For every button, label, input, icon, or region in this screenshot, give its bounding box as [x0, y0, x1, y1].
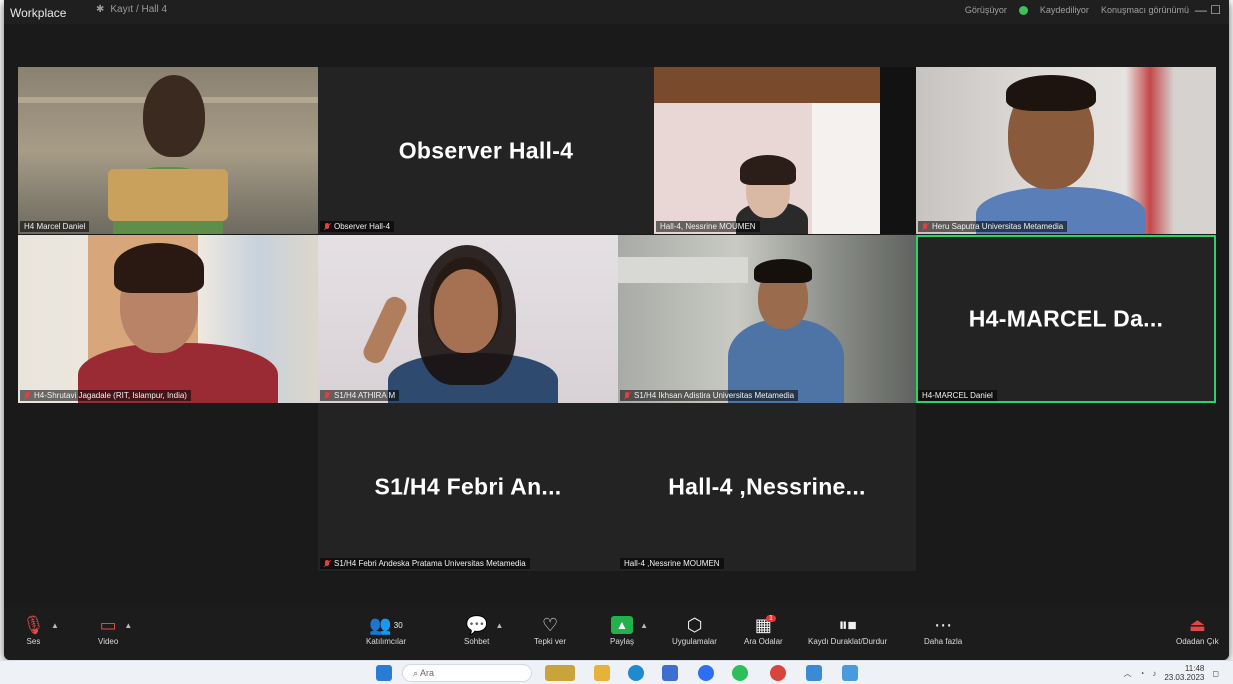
share-screen-icon: ▲ [611, 616, 633, 634]
paw-icon: ✱ [96, 4, 105, 15]
meeting-info[interactable]: ✱ Kayıt / Hall 4 [96, 4, 167, 15]
video-tile-8-active-speaker[interactable]: H4-MARCEL Da... H4-MARCEL Daniel [916, 235, 1216, 403]
ellipsis-icon: ⋯ [934, 614, 953, 635]
video-tile-10[interactable]: Hall-4 ,Nessrine... Hall-4 ,Nessrine MOU… [618, 403, 916, 571]
zoom-window: Workplace ✱ Kayıt / Hall 4 Görüşüyor Kay… [4, 0, 1229, 660]
system-tray[interactable]: ︿ ◔ ♪ 11:48 23.03.2023 ◻ [1123, 664, 1219, 682]
volume-icon[interactable]: ♪ [1152, 669, 1156, 678]
chat-button[interactable]: 💬 Sohbet ▲ [464, 613, 503, 647]
video-tile-2[interactable]: Observer Hall-4 Observer Hall-4 [318, 67, 654, 234]
meeting-toolbar: 🎙 Ses ▲ ▭ Video ▲ 👥 30 Katılımcılar 💬 Soh… [4, 607, 1229, 660]
video-tile-1[interactable]: H4 Marcel Daniel [18, 67, 318, 234]
app-icon-whatsapp[interactable] [732, 665, 748, 681]
record-button[interactable]: ⏸⏹ Kaydı Duraklat/Durdur [808, 613, 887, 647]
app-icon-store[interactable] [662, 665, 678, 681]
mic-muted-icon [324, 222, 331, 231]
mic-muted-icon [624, 391, 631, 400]
meeting-title: Kayıt / Hall 4 [110, 4, 168, 15]
leave-button[interactable]: ⏏ Odadan Çık [1176, 613, 1219, 647]
mic-muted-icon [324, 559, 331, 568]
mic-muted-icon: 🎙 [22, 614, 45, 635]
view-label[interactable]: Konuşmacı görünümü [1101, 5, 1189, 15]
mic-muted-icon [324, 391, 331, 400]
pause-stop-icon: ⏸⏹ [838, 614, 857, 635]
participant-name: S1/H4 Febri Andeska Pratama Universitas … [320, 558, 530, 569]
app-icon-chrome[interactable] [770, 665, 786, 681]
participant-name: Hall-4 ,Nessrine MOUMEN [620, 558, 724, 569]
notification-icon[interactable]: ◻ [1212, 669, 1219, 678]
camera-off-icon: ▭ [99, 614, 117, 635]
app-icon-zoom[interactable] [698, 665, 714, 681]
more-button[interactable]: ⋯ Daha fazla [924, 613, 962, 647]
os-taskbar: ⌕ Ara ︿ ◔ ♪ 11:48 23.03.2023 ◻ [0, 660, 1233, 684]
breakout-rooms-button[interactable]: ▦ 1 Ara Odalar [744, 613, 783, 647]
app-icon-files[interactable] [594, 665, 610, 681]
chevron-up-icon[interactable]: ▲ [51, 621, 59, 630]
participant-name: Heru Saputra Universitas Metamedia [918, 221, 1068, 232]
app-icon-widgets[interactable] [545, 665, 575, 681]
video-tile-4[interactable]: Heru Saputra Universitas Metamedia [916, 67, 1216, 234]
recording-status[interactable]: Kaydediliyor [1040, 5, 1089, 15]
apps-button[interactable]: ⬡ Uygulamalar [672, 613, 717, 647]
app-name: Workplace [10, 6, 67, 20]
wifi-icon[interactable]: ◔ [1139, 669, 1144, 678]
participant-big-name: S1/H4 Febri An... [374, 473, 562, 500]
status-text: Görüşüyor [964, 5, 1007, 15]
chevron-up-icon[interactable]: ▲ [495, 621, 503, 630]
window-controls[interactable]: — ☐ [1195, 3, 1221, 17]
app-icon-edge[interactable] [628, 665, 644, 681]
heart-icon: ♡ [541, 614, 559, 635]
app-icon-photos[interactable] [842, 665, 858, 681]
participant-name: H4-MARCEL Daniel [918, 390, 997, 401]
video-tile-9[interactable]: S1/H4 Febri An... S1/H4 Febri Andeska Pr… [318, 403, 618, 571]
react-button[interactable]: ♡ Tepki ver [534, 613, 566, 647]
mic-muted-icon [24, 391, 31, 400]
participant-name: H4-Shrutavi Jagadale (RIT, Islampur, Ind… [20, 390, 191, 401]
video-tile-3[interactable]: Hall-4, Nessrine MOUMEN [654, 67, 916, 234]
breakout-rooms-icon: ▦ 1 [755, 613, 776, 637]
chat-icon: 💬 [465, 614, 488, 635]
video-tile-6[interactable]: S1/H4 ATHIRA M [318, 235, 618, 403]
clock[interactable]: 11:48 23.03.2023 [1164, 664, 1204, 682]
video-button[interactable]: ▭ Video ▲ [98, 613, 132, 647]
mic-muted-icon [922, 222, 929, 231]
share-button[interactable]: ▲ Paylaş ▲ [610, 613, 648, 646]
leave-icon: ⏏ [1188, 614, 1206, 635]
secure-shield-icon[interactable] [1018, 5, 1028, 15]
windows-start-icon[interactable] [376, 665, 392, 681]
chevron-up-icon[interactable]: ▲ [124, 621, 132, 630]
title-status: Görüşüyor Kaydediliyor Konuşmacı görünüm… [965, 5, 1189, 15]
participant-big-name: Observer Hall-4 [398, 137, 574, 163]
apps-icon: ⬡ [686, 614, 703, 635]
participant-name: H4 Marcel Daniel [20, 221, 90, 232]
app-icon-mail[interactable] [806, 665, 822, 681]
participants-icon: 👥 30 [369, 614, 403, 635]
video-tile-5[interactable]: H4-Shrutavi Jagadale (RIT, Islampur, Ind… [18, 235, 318, 403]
participant-big-name: Hall-4 ,Nessrine... [668, 473, 866, 500]
chevron-up-icon[interactable]: ︿ [1123, 668, 1131, 679]
participant-name: Observer Hall-4 [320, 221, 395, 232]
notification-badge: 1 [765, 615, 776, 622]
search-input[interactable]: ⌕ Ara [402, 664, 532, 682]
participant-name: Hall-4, Nessrine MOUMEN [656, 221, 760, 232]
video-tile-7[interactable]: S1/H4 Ikhsan Adistira Universitas Metame… [618, 235, 916, 403]
participant-big-name: H4-MARCEL Da... [968, 305, 1164, 332]
participant-name: S1/H4 Ikhsan Adistira Universitas Metame… [620, 390, 799, 401]
audio-button[interactable]: 🎙 Ses ▲ [22, 613, 59, 647]
title-bar: Workplace ✱ Kayıt / Hall 4 Görüşüyor Kay… [4, 0, 1229, 24]
participants-button[interactable]: 👥 30 Katılımcılar [366, 613, 406, 647]
chevron-up-icon[interactable]: ▲ [640, 621, 648, 630]
participant-name: S1/H4 ATHIRA M [320, 390, 400, 401]
